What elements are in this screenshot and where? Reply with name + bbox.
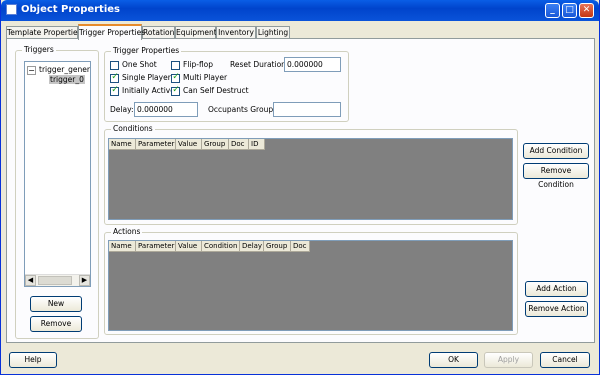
tab-trigger-properties[interactable]: Trigger Properties: [78, 24, 145, 40]
checkmark-icon: ✓: [172, 85, 180, 95]
checkmark-icon: ✓: [172, 72, 180, 82]
scroll-right-icon[interactable]: ▶: [79, 275, 90, 286]
reset-duration-label: Reset Duration:: [230, 60, 289, 69]
single-player-label: Single Player: [122, 73, 171, 82]
one-shot-label: One Shot: [122, 60, 157, 69]
can-self-destruct-checkbox[interactable]: ✓: [171, 85, 180, 96]
window-title: Object Properties: [21, 4, 121, 15]
actions-label: Actions: [111, 227, 143, 236]
reset-duration-field[interactable]: 0.000000: [284, 57, 341, 72]
initially-active-label: Initially Active: [122, 86, 175, 95]
conditions-col-id[interactable]: ID: [249, 139, 265, 150]
remove-condition-button[interactable]: Remove Condition: [523, 163, 589, 189]
remove-action-button[interactable]: Remove Action: [525, 301, 588, 317]
triggers-tree[interactable]: − trigger_generic_ trigger_0 ◀ ▶: [24, 61, 91, 287]
one-shot-checkbox[interactable]: [110, 61, 119, 70]
can-self-destruct-label: Can Self Destruct: [183, 86, 249, 95]
minimize-button[interactable]: _: [545, 3, 560, 18]
scroll-left-icon[interactable]: ◀: [25, 275, 36, 286]
scroll-thumb[interactable]: [38, 276, 72, 285]
collapse-icon[interactable]: −: [27, 66, 36, 75]
conditions-col-value[interactable]: Value: [176, 139, 202, 150]
ok-button[interactable]: OK: [429, 352, 478, 368]
app-icon: [6, 4, 17, 15]
flip-flop-label: Flip-flop: [183, 60, 214, 69]
conditions-col-name[interactable]: Name: [109, 139, 136, 150]
flip-flop-checkbox[interactable]: [171, 61, 180, 70]
cancel-button[interactable]: Cancel: [540, 352, 590, 368]
actions-list[interactable]: Name Parameter Value Condition Delay Gro…: [108, 240, 513, 331]
checkmark-icon: ✓: [111, 72, 119, 82]
new-trigger-button[interactable]: New: [30, 296, 82, 312]
initially-active-checkbox[interactable]: ✓: [110, 85, 119, 96]
actions-col-delay[interactable]: Delay: [240, 241, 264, 252]
conditions-header: Name Parameter Value Group Doc ID: [109, 139, 265, 150]
actions-col-group[interactable]: Group: [264, 241, 291, 252]
actions-col-parameter[interactable]: Parameter: [136, 241, 176, 252]
title-bar[interactable]: Object Properties _ □ ✕: [1, 0, 599, 21]
actions-header: Name Parameter Value Condition Delay Gro…: [109, 241, 310, 252]
actions-col-doc[interactable]: Doc: [291, 241, 310, 252]
conditions-col-group[interactable]: Group: [202, 139, 229, 150]
multi-player-label: Multi Player: [183, 73, 228, 82]
triggers-label: Triggers: [22, 45, 56, 54]
conditions-col-doc[interactable]: Doc: [229, 139, 249, 150]
actions-col-condition[interactable]: Condition: [202, 241, 240, 252]
maximize-icon: □: [565, 5, 574, 15]
apply-button[interactable]: Apply: [484, 352, 533, 368]
remove-trigger-button[interactable]: Remove: [30, 316, 82, 332]
help-button[interactable]: Help: [9, 352, 57, 368]
conditions-col-parameter[interactable]: Parameter: [136, 139, 176, 150]
single-player-checkbox[interactable]: ✓: [110, 72, 119, 83]
minimize-icon: _: [550, 5, 555, 15]
close-icon: ✕: [582, 5, 591, 15]
tree-item-root[interactable]: trigger_generic_: [39, 65, 90, 74]
checkmark-icon: ✓: [111, 85, 119, 95]
actions-col-name[interactable]: Name: [109, 241, 136, 252]
conditions-label: Conditions: [111, 124, 155, 133]
add-action-button[interactable]: Add Action: [525, 281, 588, 297]
tree-item-child[interactable]: trigger_0: [49, 75, 85, 84]
actions-col-value[interactable]: Value: [176, 241, 202, 252]
conditions-list[interactable]: Name Parameter Value Group Doc ID: [108, 138, 513, 220]
tree-horizontal-scrollbar[interactable]: ◀ ▶: [25, 274, 90, 286]
trigger-properties-label: Trigger Properties: [111, 46, 182, 55]
multi-player-checkbox[interactable]: ✓: [171, 72, 180, 83]
add-condition-button[interactable]: Add Condition: [523, 143, 589, 159]
delay-field[interactable]: 0.000000: [134, 102, 198, 117]
object-properties-window: Object Properties _ □ ✕ Template Propert…: [0, 0, 600, 375]
delay-label: Delay:: [110, 105, 134, 114]
maximize-button[interactable]: □: [562, 3, 577, 18]
close-button[interactable]: ✕: [579, 3, 594, 18]
occupants-group-label: Occupants Group:: [208, 105, 276, 114]
occupants-group-field[interactable]: [273, 102, 341, 117]
